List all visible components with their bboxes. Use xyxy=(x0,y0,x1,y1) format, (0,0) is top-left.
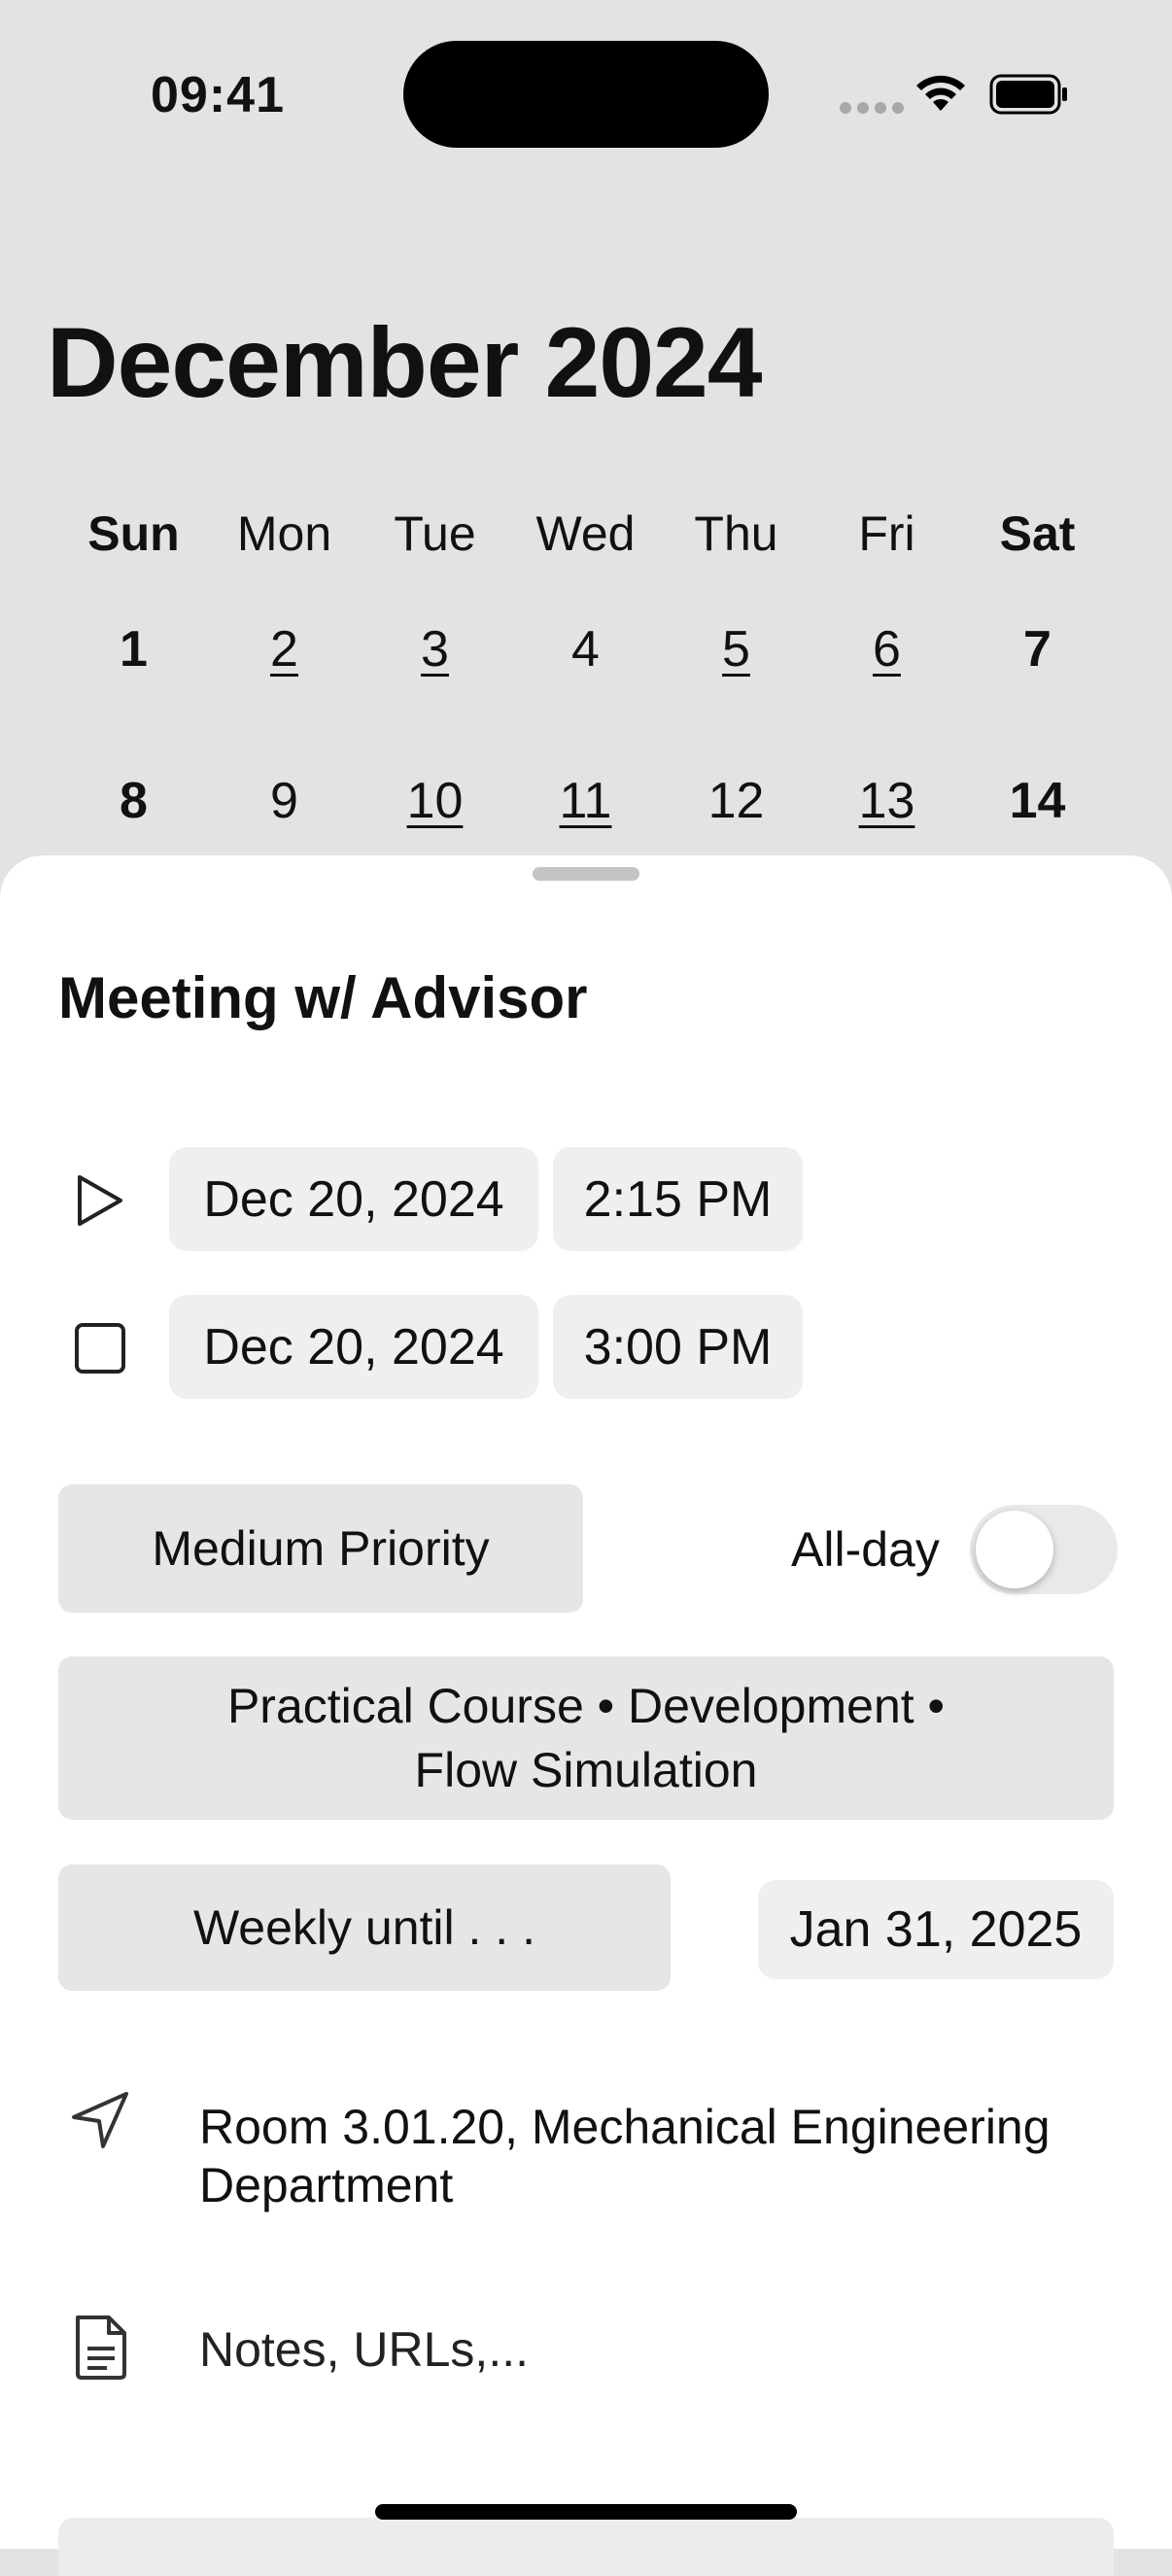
weekday-sun: Sun xyxy=(87,506,180,561)
calendar-day[interactable]: 3 xyxy=(360,620,510,679)
home-indicator[interactable] xyxy=(375,2504,797,2520)
calendar-day[interactable]: 2 xyxy=(209,620,360,679)
calendar-day[interactable]: 5 xyxy=(661,620,811,679)
sheet-grabber[interactable] xyxy=(533,867,639,881)
bottom-action-button[interactable] xyxy=(58,2518,1114,2576)
location-line: Department xyxy=(199,2158,454,2212)
calendar-week: 1 2 3 4 5 6 7 xyxy=(58,620,1114,679)
calendar-day[interactable]: 11 xyxy=(510,772,661,830)
dynamic-island xyxy=(403,41,769,148)
toggle-knob xyxy=(976,1511,1053,1588)
notes-field[interactable]: Notes, URLs,... xyxy=(199,2321,529,2378)
month-title: December 2024 xyxy=(47,307,763,418)
weekday-wed: Wed xyxy=(535,506,636,561)
location-field[interactable]: Room 3.01.20, Mechanical Engineering Dep… xyxy=(199,2098,1113,2214)
play-icon[interactable] xyxy=(72,1171,126,1230)
weekday-header: Sun Mon Tue Wed Thu Fri Sat xyxy=(58,505,1114,562)
start-date-button[interactable]: Dec 20, 2024 xyxy=(169,1147,538,1251)
repeat-button[interactable]: Weekly until . . . xyxy=(58,1864,671,1991)
calendar-day[interactable]: 6 xyxy=(811,620,962,679)
document-icon xyxy=(76,2315,126,2380)
categories-button[interactable]: Practical Course • Development • Flow Si… xyxy=(58,1656,1114,1820)
calendar-day[interactable]: 12 xyxy=(661,772,811,830)
checkbox-icon[interactable] xyxy=(74,1322,126,1375)
categories-line: Flow Simulation xyxy=(414,1743,758,1797)
weekday-fri: Fri xyxy=(858,506,915,561)
calendar-day[interactable]: 1 xyxy=(58,620,209,679)
allday-toggle[interactable] xyxy=(970,1505,1118,1594)
status-time: 09:41 xyxy=(151,67,285,123)
repeat-end-date-button[interactable]: Jan 31, 2025 xyxy=(758,1880,1114,1979)
weekday-tue: Tue xyxy=(394,506,476,561)
calendar-day[interactable]: 7 xyxy=(962,620,1113,679)
categories-line: Practical Course • Development • xyxy=(226,1679,946,1733)
location-line: Room 3.01.20, Mechanical Engineering xyxy=(199,2100,1051,2154)
priority-button[interactable]: Medium Priority xyxy=(58,1484,583,1613)
calendar-day[interactable]: 4 xyxy=(510,620,661,679)
calendar-day[interactable]: 8 xyxy=(58,772,209,830)
end-date-button[interactable]: Dec 20, 2024 xyxy=(169,1295,538,1399)
calendar-week: 8 9 10 11 12 13 14 xyxy=(58,772,1114,830)
event-title[interactable]: Meeting w/ Advisor xyxy=(58,964,588,1031)
battery-icon xyxy=(989,74,1067,115)
end-time-button[interactable]: 3:00 PM xyxy=(553,1295,803,1399)
weekday-sat: Sat xyxy=(999,506,1076,561)
calendar-day[interactable]: 9 xyxy=(209,772,360,830)
calendar-day[interactable]: 10 xyxy=(360,772,510,830)
calendar-day[interactable]: 13 xyxy=(811,772,962,830)
start-time-button[interactable]: 2:15 PM xyxy=(553,1147,803,1251)
event-detail-sheet: Meeting w/ Advisor Dec 20, 2024 2:15 PM … xyxy=(0,855,1172,2576)
weekday-thu: Thu xyxy=(694,506,778,561)
allday-label: All-day xyxy=(791,1522,940,1577)
wifi-icon xyxy=(916,75,965,111)
cellular-signal-icon xyxy=(840,102,904,114)
calendar-day[interactable]: 14 xyxy=(962,772,1113,830)
weekday-mon: Mon xyxy=(236,506,332,561)
location-arrow-icon xyxy=(72,2092,128,2148)
